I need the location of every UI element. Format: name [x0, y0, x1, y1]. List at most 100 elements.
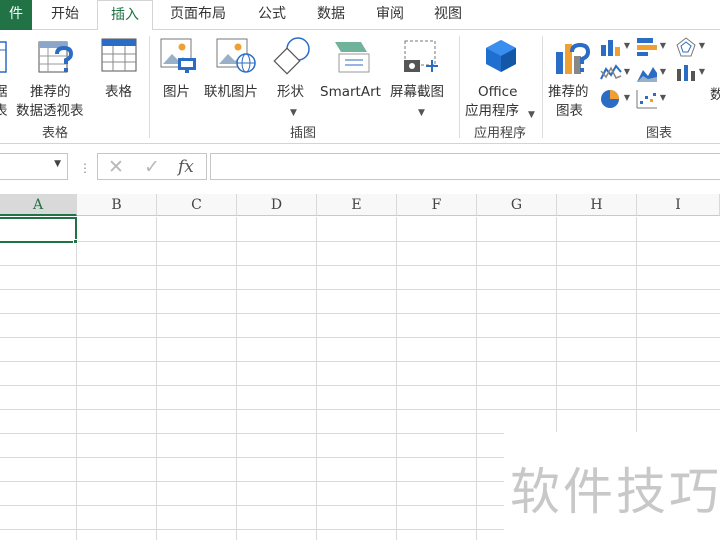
pivot-label-line1: 据 [0, 84, 8, 100]
recommended-pivot-label2: 数据透视表 [16, 103, 84, 119]
tab-view[interactable]: 视图 [422, 0, 474, 30]
grid-line [0, 313, 720, 314]
formula-bar: ▼ ⋮ ✕ ✓ fx [0, 145, 720, 191]
recommended-pivot-label1: 推荐的 [30, 84, 71, 100]
enter-icon[interactable]: ✓ [144, 156, 160, 178]
tab-formulas[interactable]: 公式 [246, 0, 298, 30]
pivot-label-line2: 表 [0, 103, 8, 119]
stock-chart-icon [677, 65, 695, 81]
shapes-dropdown-icon: ▼ [290, 108, 297, 118]
screenshot-label: 屏幕截图 [390, 84, 444, 100]
grid-line [0, 241, 720, 242]
pivot-table-button[interactable]: 据 表 [0, 36, 10, 119]
grid-line [0, 385, 720, 386]
online-pictures-label: 联机图片 [204, 84, 258, 100]
grid-line [0, 409, 720, 410]
group-separator [459, 36, 460, 138]
area-chart-icon [637, 67, 657, 82]
grid-line [636, 217, 637, 432]
recommended-charts-label2: 图表 [556, 103, 583, 119]
recommended-pivot-button[interactable]: 推荐的 数据透视表 [16, 36, 92, 119]
area-chart-button[interactable]: ▼ [636, 63, 666, 83]
column-header-d[interactable]: D [237, 194, 317, 216]
dropdown-icon: ▼ [659, 93, 666, 102]
group-separator [149, 36, 150, 138]
formula-buttons: ✕ ✓ fx [97, 153, 207, 180]
column-header-f[interactable]: F [397, 194, 477, 216]
table-label: 表格 [105, 84, 132, 100]
column-header-i[interactable]: I [637, 194, 720, 216]
insert-function-icon[interactable]: fx [178, 157, 194, 177]
tab-insert[interactable]: 插入 [97, 0, 153, 31]
column-header-e[interactable]: E [317, 194, 397, 216]
cancel-icon[interactable]: ✕ [108, 156, 124, 178]
fill-handle[interactable] [73, 239, 78, 244]
grid-line [0, 457, 504, 458]
smartart-label: SmartArt [320, 84, 381, 100]
line-chart-icon [600, 64, 622, 80]
formula-input[interactable] [210, 153, 720, 180]
picture-button[interactable]: 图片 [158, 36, 200, 116]
pivot-table-icon [0, 41, 7, 73]
dropdown-icon: ▼ [659, 67, 666, 76]
bar-chart-button[interactable]: ▼ [636, 37, 666, 57]
smartart-icon [335, 42, 370, 73]
tables-group-label: 表格 [41, 126, 68, 141]
grid-line [0, 361, 720, 362]
illustrations-group-label: 插图 [289, 126, 316, 141]
line-chart-button[interactable]: ▼ [600, 63, 630, 83]
dropdown-icon: ▼ [698, 67, 705, 76]
pie-chart-icon [601, 90, 619, 108]
grid-line [0, 505, 504, 506]
column-chart-icon [601, 40, 620, 56]
watermark-text: 软件技巧 [510, 463, 720, 521]
column-chart-button[interactable]: ▼ [600, 37, 630, 57]
dropdown-icon: ▼ [659, 41, 666, 50]
formula-bar-splitter[interactable]: ⋮ [79, 161, 91, 175]
column-header-h[interactable]: H [557, 194, 637, 216]
smartart-button[interactable]: SmartArt [319, 36, 387, 116]
ribbon-tabs: 件 开始 插入 页面布局 公式 数据 审阅 视图 [0, 0, 720, 31]
column-header-b[interactable]: B [77, 194, 157, 216]
online-pictures-icon [216, 38, 256, 73]
shapes-label: 形状 [277, 84, 304, 100]
apps-group-label: 应用程序 [473, 126, 526, 141]
tab-page-layout[interactable]: 页面布局 [158, 0, 238, 30]
picture-icon [160, 38, 196, 73]
table-icon [101, 38, 137, 72]
selected-cell-a1[interactable] [0, 217, 77, 243]
charts-partial-label: 数 [710, 87, 720, 103]
recommended-charts-button[interactable]: 推荐的 图表 [546, 36, 598, 120]
recommended-charts-label1: 推荐的 [548, 84, 589, 100]
screenshot-button[interactable]: 屏幕截图 ▼ [390, 36, 454, 120]
tab-file[interactable]: 件 [0, 0, 32, 30]
picture-label: 图片 [163, 84, 190, 100]
pie-chart-button[interactable]: ▼ [600, 89, 630, 109]
grid-line [556, 217, 557, 432]
group-separator [542, 36, 543, 138]
office-apps-button[interactable]: Office 应用程序 ▼ [462, 36, 540, 120]
grid-line [0, 265, 720, 266]
name-box-dropdown-icon[interactable]: ▼ [54, 159, 61, 169]
column-header-g[interactable]: G [477, 194, 557, 216]
radar-chart-button[interactable]: ▼ [675, 37, 705, 57]
recommended-charts-icon [556, 42, 591, 74]
grid-line [0, 529, 504, 530]
shapes-button[interactable]: 形状 ▼ [270, 36, 316, 120]
tab-review[interactable]: 审阅 [364, 0, 416, 30]
tab-data[interactable]: 数据 [305, 0, 357, 30]
grid-line [0, 481, 504, 482]
office-apps-label1: Office [478, 84, 518, 100]
column-header-a[interactable]: A [0, 194, 77, 216]
recommended-pivot-icon [38, 41, 74, 73]
column-header-c[interactable]: C [157, 194, 237, 216]
table-button[interactable]: 表格 [97, 36, 141, 116]
online-pictures-button[interactable]: 联机图片 [204, 36, 266, 116]
dropdown-icon: ▼ [623, 41, 630, 50]
scatter-chart-button[interactable]: ▼ [636, 89, 666, 109]
stock-chart-button[interactable]: ▼ [675, 63, 705, 83]
dropdown-icon: ▼ [623, 67, 630, 76]
office-apps-label2: 应用程序 [465, 103, 519, 119]
name-box[interactable]: ▼ [0, 153, 68, 180]
tab-home[interactable]: 开始 [36, 0, 94, 30]
